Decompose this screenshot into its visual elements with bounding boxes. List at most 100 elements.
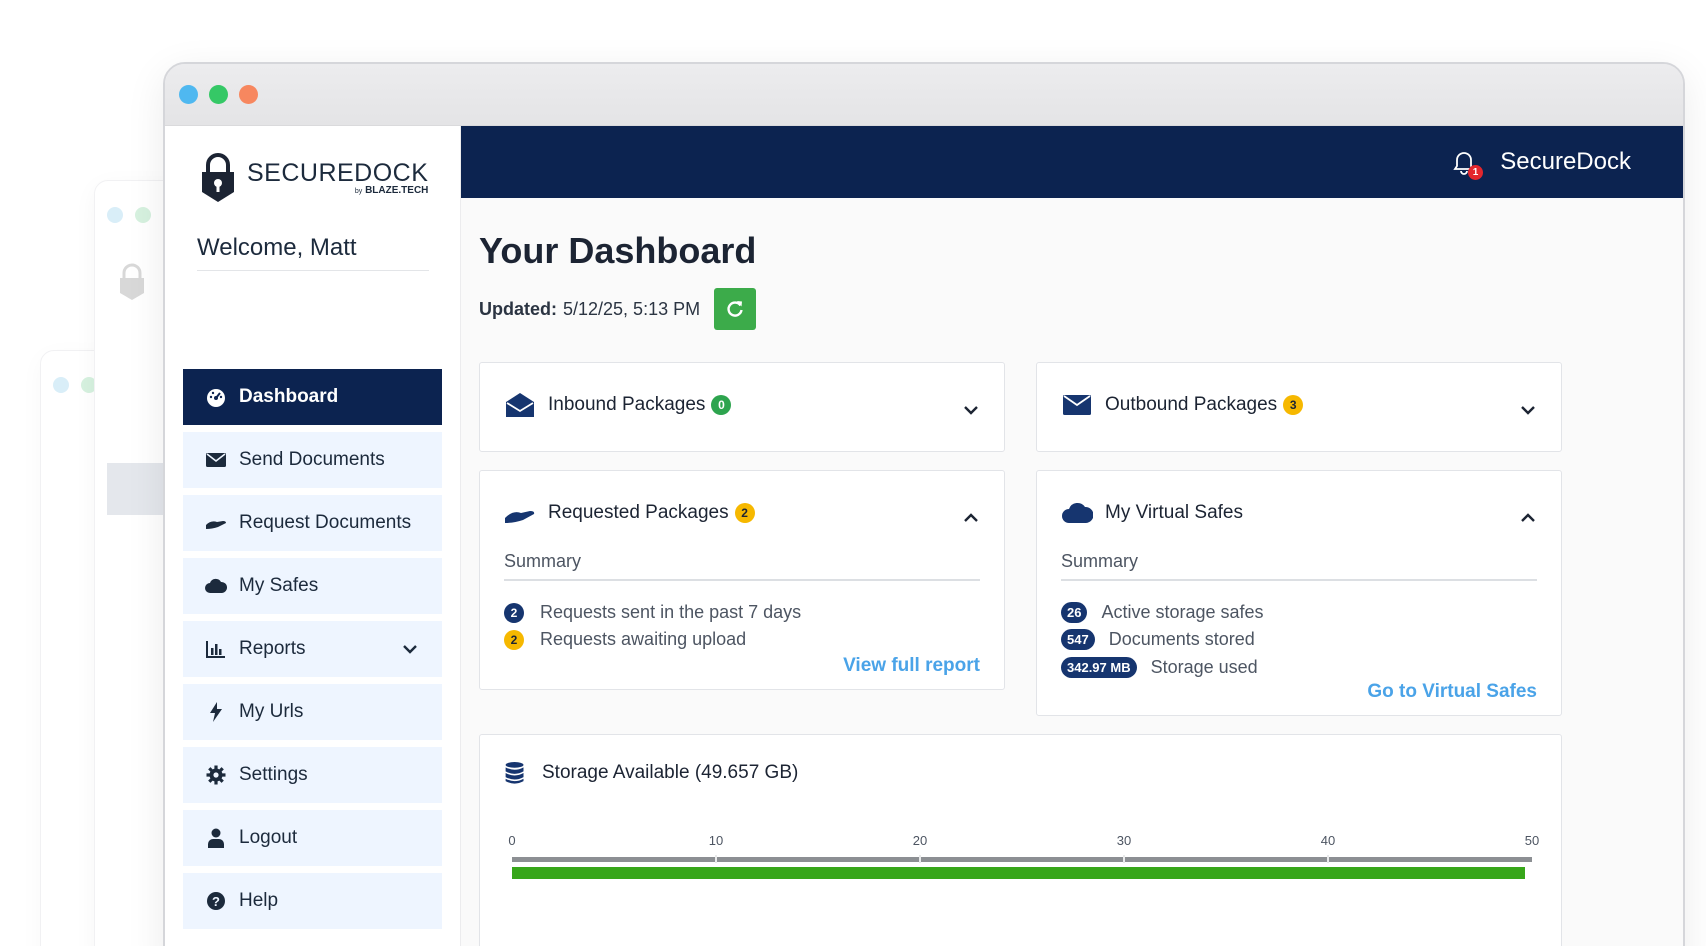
ghost-nav-row (107, 671, 167, 723)
app-body: SECUREDOCK by BLAZE.TECH Welcome, Matt D… (165, 126, 1683, 946)
ghost-nav-row (107, 515, 167, 567)
storage-axis-tick-label: 40 (1320, 833, 1336, 848)
storage-axis-tick-mark (1123, 855, 1125, 863)
bolt-icon (205, 701, 227, 723)
question-circle-icon: ? (205, 890, 227, 912)
virtual-safes-header: My Virtual Safes (1061, 499, 1243, 527)
requested-stat-sent: 2 Requests sent in the past 7 days (504, 602, 801, 623)
topbar-title: SecureDock (1500, 148, 1631, 175)
storage-axis-tick-label: 30 (1116, 833, 1132, 848)
user-icon (205, 827, 227, 849)
window-control-2[interactable] (209, 85, 228, 104)
sidebar-item-label: Help (239, 890, 279, 911)
safes-summary-label: Summary (1061, 551, 1139, 571)
ghost-nav (107, 411, 167, 723)
storage-available-card: Storage Available (49.657 GB) 0 10 20 30 40 5… (479, 734, 1562, 946)
storage-scale-track (512, 857, 1532, 862)
sidebar-item-label: Send Documents (239, 449, 385, 470)
chevron-down-icon[interactable] (400, 639, 420, 659)
background-window-2-controls (53, 377, 97, 393)
sidebar-item-dashboard[interactable]: Dashboard (183, 369, 442, 425)
go-to-virtual-safes-link[interactable]: Go to Virtual Safes (1367, 681, 1537, 703)
sidebar-item-label: Request Documents (239, 512, 412, 533)
sidebar-item-request-documents[interactable]: Request Documents (183, 495, 442, 551)
sidebar-item-send-documents[interactable]: Send Documents (183, 432, 442, 488)
stat-pill: 547 (1061, 629, 1095, 650)
stat-badge: 2 (504, 602, 524, 623)
window-control-3[interactable] (239, 85, 258, 104)
stat-label: Requests awaiting upload (540, 629, 747, 649)
notification-badge: 1 (1468, 165, 1483, 180)
window-control-1[interactable] (179, 85, 198, 104)
refresh-button[interactable] (714, 288, 757, 330)
requested-summary-label: Summary (504, 551, 582, 571)
ghost-nav-row-active (107, 463, 167, 515)
background-window-1-controls (107, 207, 151, 223)
inbound-packages-card[interactable]: Inbound Packages 0 (479, 362, 1005, 452)
chevron-up-icon[interactable] (960, 507, 982, 529)
view-full-report-link[interactable]: View full report (843, 655, 980, 677)
inbound-count-badge: 0 (711, 395, 732, 415)
refresh-icon (727, 301, 743, 317)
sidebar-item-reports[interactable]: Reports (183, 621, 442, 677)
stat-badge: 2 (504, 629, 524, 650)
requested-packages-card: Requested Packages 2 Summary 2 Requests … (479, 470, 1005, 690)
requested-packages-header: Requested Packages 2 (504, 499, 755, 527)
storage-axis-tick-mark (715, 855, 717, 863)
outbound-count-badge: 3 (1283, 395, 1304, 415)
outbound-packages-title: Outbound Packages (1105, 394, 1278, 415)
requested-stat-awaiting: 2 Requests awaiting upload (504, 629, 746, 650)
sidebar-item-label: Dashboard (239, 386, 339, 407)
sidebar-item-label: Logout (239, 827, 298, 848)
sidebar: SECUREDOCK by BLAZE.TECH Welcome, Matt D… (165, 126, 461, 946)
envelope-open-icon (506, 393, 534, 417)
chevron-down-icon[interactable] (960, 399, 982, 421)
sidebar-item-label: My Urls (239, 701, 304, 722)
stat-label: Active storage safes (1101, 602, 1264, 622)
window-titlebar (165, 64, 1683, 126)
safes-stat-storage: 342.97 MB Storage used (1061, 657, 1258, 678)
outbound-packages-header: Outbound Packages 3 (1061, 391, 1304, 419)
svg-text:?: ? (212, 894, 220, 909)
page-title: Your Dashboard (479, 230, 757, 271)
sidebar-item-label: My Safes (239, 575, 319, 596)
hand-receive-icon (205, 512, 227, 534)
requested-packages-title: Requested Packages (548, 502, 729, 523)
stat-label: Storage used (1150, 657, 1258, 677)
cloud-icon (205, 575, 227, 597)
chevron-down-icon[interactable] (1517, 399, 1539, 421)
sidebar-item-my-urls[interactable]: My Urls (183, 684, 442, 740)
sidebar-item-label: Settings (239, 764, 308, 785)
top-navbar: 1 SecureDock (461, 126, 1683, 198)
stat-pill: 342.97 MB (1061, 657, 1137, 678)
storage-axis-tick-label: 50 (1524, 833, 1540, 848)
app-window: SECUREDOCK by BLAZE.TECH Welcome, Matt D… (163, 62, 1685, 946)
safes-stat-active: 26 Active storage safes (1061, 602, 1264, 623)
storage-axis-tick-label: 20 (912, 833, 928, 848)
sidebar-item-label: Reports (239, 638, 306, 659)
chevron-up-icon[interactable] (1517, 507, 1539, 529)
virtual-safes-card: My Virtual Safes Summary 26 Active stora… (1036, 470, 1562, 716)
sidebar-item-my-safes[interactable]: My Safes (183, 558, 442, 614)
cloud-icon (1062, 503, 1093, 523)
requested-count-badge: 2 (734, 503, 755, 523)
sidebar-item-settings[interactable]: Settings (183, 747, 442, 803)
ghost-nav-row (107, 411, 167, 463)
stat-label: Documents stored (1108, 629, 1255, 649)
hand-receive-icon (505, 511, 535, 523)
storage-axis-tick-label: 10 (708, 833, 724, 848)
virtual-safes-title: My Virtual Safes (1105, 502, 1243, 523)
gear-icon (205, 764, 227, 786)
sidebar-item-logout[interactable]: Logout (183, 810, 442, 866)
lock-shield-icon (202, 153, 234, 202)
dashboard-gauge-icon (205, 386, 227, 408)
main-content: 1 SecureDock Your Dashboard Updated: 5/1… (461, 126, 1683, 946)
storage-axis-tick-label: 0 (508, 833, 516, 848)
divider (1061, 579, 1537, 581)
updated-label: Updated: (479, 298, 557, 319)
updated-value: 5/12/25, 5:13 PM (563, 298, 701, 319)
ghost-lock-icon (120, 263, 144, 300)
storage-axis-tick-mark (919, 855, 921, 863)
sidebar-item-help[interactable]: ? Help (183, 873, 442, 929)
outbound-packages-card[interactable]: Outbound Packages 3 (1036, 362, 1562, 452)
